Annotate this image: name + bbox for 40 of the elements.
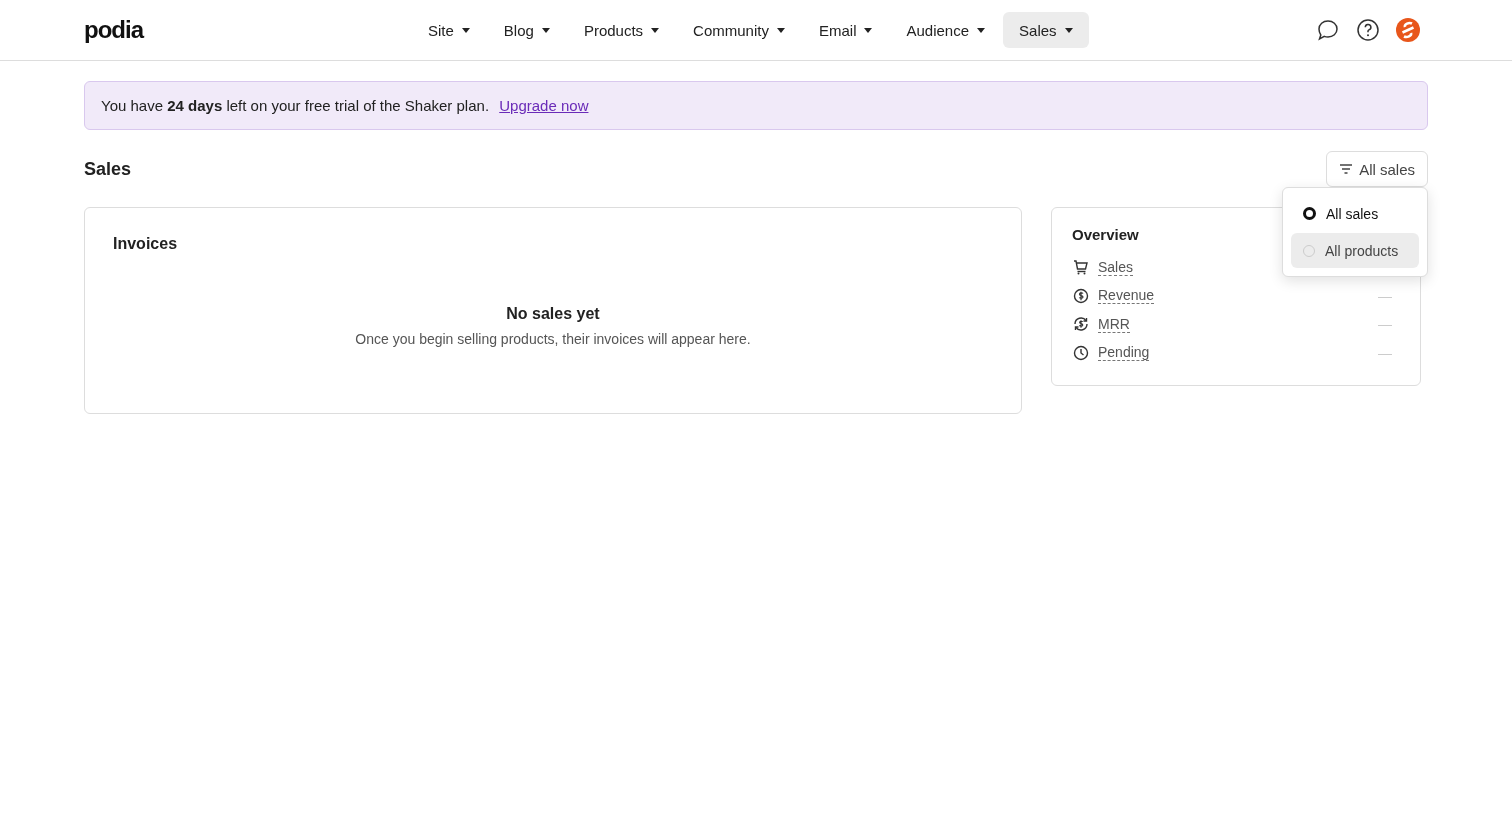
nav-menu[interactable]: Audience bbox=[890, 12, 1002, 48]
caret-icon bbox=[1064, 27, 1073, 33]
caret-icon bbox=[461, 27, 470, 33]
clock-icon bbox=[1072, 343, 1090, 362]
help-icon[interactable] bbox=[1356, 18, 1380, 42]
metric-value: — bbox=[1378, 344, 1392, 361]
filter-option[interactable]: All sales bbox=[1291, 196, 1419, 231]
logo[interactable]: podia bbox=[84, 16, 143, 44]
nav-menu[interactable]: Products bbox=[567, 12, 676, 48]
dollar-icon bbox=[1072, 286, 1090, 305]
card-title: Invoices bbox=[113, 235, 179, 253]
recurring-dollar-icon bbox=[1072, 315, 1090, 334]
metric-label[interactable]: MRR bbox=[1098, 315, 1130, 333]
nav-menu[interactable]: Community bbox=[677, 12, 801, 48]
filter-button[interactable]: All sales bbox=[1326, 151, 1428, 187]
metric-label[interactable]: Pending bbox=[1098, 344, 1150, 362]
metric-label[interactable]: Revenue bbox=[1098, 287, 1155, 305]
avatar-icon[interactable] bbox=[1396, 18, 1420, 42]
page-title: Sales bbox=[84, 158, 132, 180]
card-title: Overview bbox=[1072, 226, 1140, 243]
filter-icon bbox=[1339, 163, 1354, 175]
empty-message: Once you begin selling products, their invoices will appear here. bbox=[354, 331, 752, 347]
empty-title: No sales yet bbox=[505, 305, 601, 323]
chat-icon[interactable] bbox=[1316, 18, 1340, 42]
metric-value: — bbox=[1378, 287, 1392, 304]
caret-icon bbox=[541, 27, 550, 33]
caret-icon bbox=[977, 27, 986, 33]
caret-icon bbox=[651, 27, 660, 33]
nav-menu[interactable]: Blog bbox=[487, 12, 566, 48]
caret-icon bbox=[776, 27, 785, 33]
metric-label[interactable]: Sales bbox=[1098, 258, 1134, 276]
cart-icon bbox=[1072, 258, 1090, 277]
metric-value: — bbox=[1378, 316, 1392, 333]
nav-menu[interactable]: Email bbox=[802, 12, 889, 48]
upgrade-link[interactable]: Upgrade now bbox=[499, 97, 589, 114]
filter-option[interactable]: All products bbox=[1291, 233, 1419, 268]
trial-message: You have 24 days left on your free trial of the Shaker plan. bbox=[101, 97, 490, 114]
nav-menu[interactable]: Sales bbox=[1003, 12, 1089, 48]
caret-icon bbox=[864, 27, 873, 33]
nav-menu[interactable]: Site bbox=[412, 12, 486, 48]
